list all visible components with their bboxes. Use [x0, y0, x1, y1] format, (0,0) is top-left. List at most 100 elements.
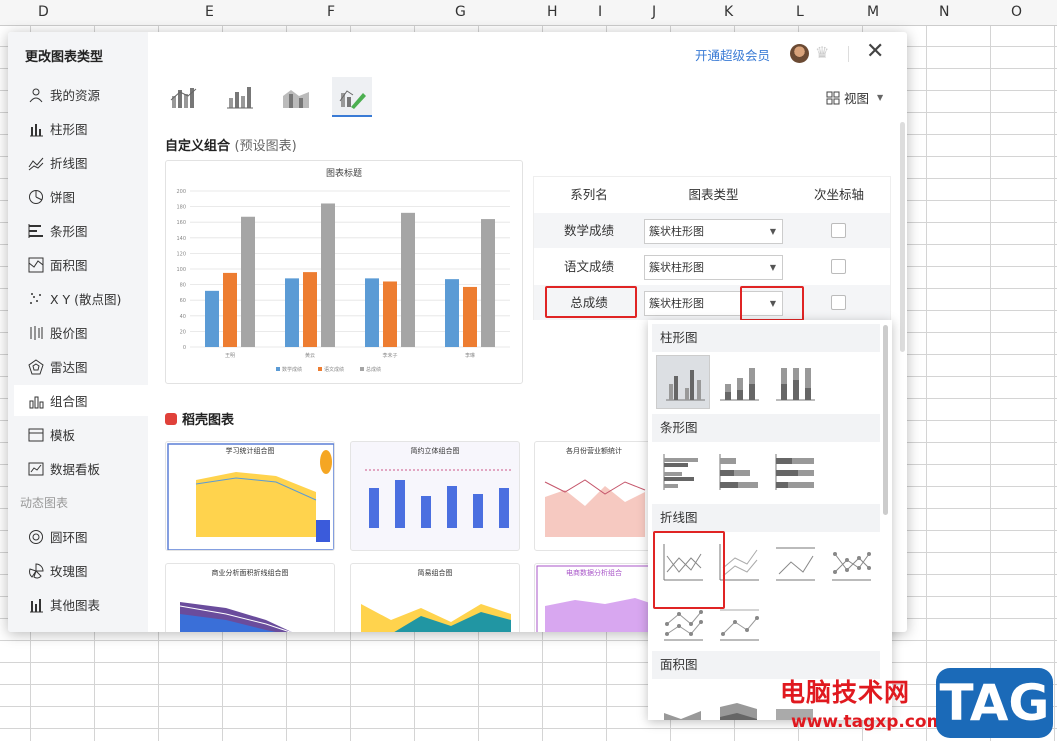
legend-label: 语文成绩 — [324, 366, 344, 373]
y-tick-label: 0 — [183, 345, 186, 351]
sidebar-item[interactable]: 面积图 — [14, 249, 148, 280]
area-option[interactable] — [656, 682, 710, 720]
column-header[interactable]: J — [652, 4, 656, 20]
tab-combo-3[interactable] — [276, 77, 316, 117]
highlight-line-option — [653, 531, 725, 609]
sidebar-item[interactable]: 我的资源 — [14, 79, 148, 110]
clustered-column-option[interactable] — [656, 355, 710, 409]
column-header-bar: D E F G H I J K L M N O — [0, 0, 1057, 26]
column-header[interactable]: I — [598, 4, 602, 20]
select-value: 簇状柱形图 — [649, 225, 704, 238]
bar-语文成绩 — [383, 281, 397, 347]
area-chart-icon — [664, 711, 701, 720]
sidebar-item-label: 组合图 — [50, 394, 88, 409]
series-row: 数学成绩 簇状柱形图 ▼ — [534, 213, 890, 249]
scrollbar[interactable] — [900, 122, 905, 352]
secondary-axis-checkbox[interactable] — [831, 295, 846, 310]
tab-combo-2[interactable] — [220, 77, 260, 117]
sidebar-item[interactable]: 折线图 — [14, 147, 148, 178]
secondary-axis-checkbox[interactable] — [831, 223, 846, 238]
column-header[interactable]: N — [939, 4, 949, 20]
template-card[interactable]: 电商数据分析组合 — [534, 563, 654, 632]
chart-preview[interactable]: 图表标题 0 20 40 60 80 100 120 140 160 180 200 王明 黄云 李未子 李琳… — [165, 160, 523, 384]
sidebar-item[interactable]: 圆环图 — [14, 521, 148, 552]
select-value: 簇状柱形图 — [649, 261, 704, 274]
tab-custom-combo[interactable] — [332, 77, 372, 117]
series-row: 语文成绩 簇状柱形图 ▼ — [534, 249, 890, 285]
stock-chart-icon — [30, 325, 43, 340]
column-header[interactable]: H — [547, 4, 558, 20]
y-tick-label: 80 — [180, 283, 186, 289]
sidebar-item-label: 圆环图 — [50, 530, 88, 545]
percent-stacked-line-option[interactable] — [768, 535, 822, 589]
percent-stacked-bar-option[interactable] — [768, 445, 822, 499]
chart-type-select[interactable]: 簇状柱形图 ▼ — [644, 255, 783, 280]
section-subtitle: (预设图表) — [234, 139, 297, 154]
bar-数学成绩 — [445, 279, 459, 347]
view-toggle[interactable]: 视图 ▼ — [826, 88, 883, 107]
stacked-area-icon — [720, 703, 757, 720]
line-with-markers-option[interactable] — [824, 535, 878, 589]
daoke-title: 稻壳图表 — [182, 413, 235, 428]
sidebar-item-label: 数据看板 — [50, 462, 101, 477]
column-header[interactable]: D — [38, 4, 49, 20]
x-tick-label: 王明 — [225, 353, 235, 359]
y-tick-label: 140 — [176, 236, 186, 242]
vip-link[interactable]: 开通超级会员 — [695, 45, 770, 64]
template-card[interactable]: 商业分析面积折线组合图 — [165, 563, 335, 632]
watermark-text: 电脑技术网 — [780, 678, 911, 707]
template-card[interactable]: 简约立体组合图 — [350, 441, 520, 551]
pie-chart-icon — [29, 189, 43, 204]
stacked-bar-option[interactable] — [712, 445, 766, 499]
area-chart-icon — [28, 257, 44, 272]
percent-stacked-bar-icon — [775, 454, 814, 490]
column-header[interactable]: K — [724, 4, 733, 20]
dropdown-scrollbar[interactable] — [883, 325, 888, 515]
view-label: 视图 — [844, 91, 870, 106]
column-header[interactable]: O — [1011, 4, 1022, 20]
sidebar-item[interactable]: 柱形图 — [14, 113, 148, 144]
section-title-text: 自定义组合 — [165, 139, 231, 154]
sidebar-item[interactable]: 玫瑰图 — [14, 555, 148, 586]
sidebar-item[interactable]: 条形图 — [14, 215, 148, 246]
avatar[interactable] — [790, 44, 809, 63]
sidebar-item[interactable]: 雷达图 — [14, 351, 148, 382]
crown-icon[interactable]: ♛ — [815, 44, 833, 62]
sidebar-item[interactable]: 模板 — [14, 419, 148, 450]
stacked-area-option[interactable] — [712, 682, 766, 720]
line-chart-icon — [28, 157, 44, 170]
template-card[interactable]: 学习统计组合图 — [165, 441, 335, 551]
stacked-column-option[interactable] — [712, 355, 766, 409]
chart-type-select[interactable]: 簇状柱形图 ▼ — [644, 219, 783, 244]
percent-stacked-line-icon — [776, 547, 815, 581]
scatter-chart-icon — [30, 292, 41, 304]
column-header[interactable]: F — [327, 4, 335, 20]
legend-swatch — [276, 367, 280, 371]
column-header[interactable]: L — [796, 4, 804, 20]
bar-数学成绩 — [365, 278, 379, 347]
bar-总成绩 — [321, 203, 335, 347]
legend-swatch — [318, 367, 322, 371]
column-header[interactable]: G — [455, 4, 466, 20]
sidebar-item[interactable]: X Y (散点图) — [14, 283, 148, 314]
combo-chart-icon — [170, 88, 197, 108]
x-tick-label: 黄云 — [305, 352, 315, 359]
clustered-bar-option[interactable] — [656, 445, 710, 499]
sidebar-item[interactable]: 饼图 — [14, 181, 148, 212]
template-card[interactable]: 简易组合图 — [350, 563, 520, 632]
secondary-axis-checkbox[interactable] — [831, 259, 846, 274]
series-name: 语文成绩 — [563, 259, 614, 274]
sidebar-item-label: X Y (散点图) — [50, 292, 122, 307]
percent-stacked-column-option[interactable] — [768, 355, 822, 409]
column-header[interactable]: M — [867, 4, 879, 20]
legend-label: 数学成绩 — [282, 366, 302, 373]
sidebar-item[interactable]: 数据看板 — [14, 453, 148, 484]
sidebar-item[interactable]: 组合图 — [14, 385, 148, 416]
sidebar-item[interactable]: 其他图表 — [14, 589, 148, 620]
sidebar-item[interactable]: 股价图 — [14, 317, 148, 348]
close-button[interactable]: ✕ — [866, 40, 888, 64]
y-tick-label: 200 — [176, 189, 186, 195]
template-card[interactable]: 各月份营业额统计 — [534, 441, 654, 551]
column-header[interactable]: E — [205, 4, 214, 20]
tab-combo-1[interactable] — [163, 77, 203, 117]
